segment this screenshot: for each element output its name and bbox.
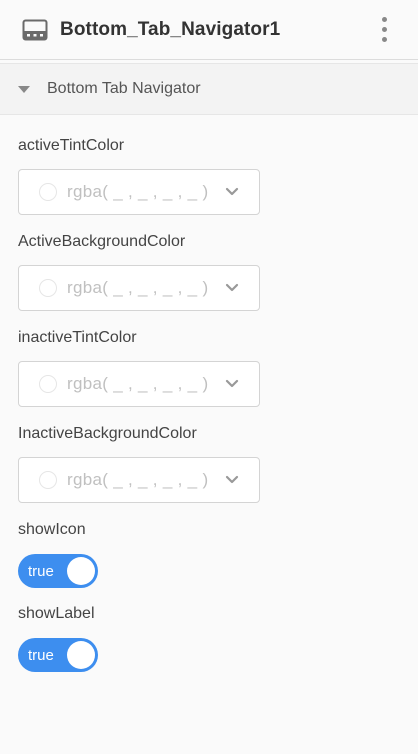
color-value: rgba( _ , _ , _ , _ ) bbox=[67, 374, 209, 393]
color-swatch bbox=[39, 471, 57, 489]
show-icon-toggle[interactable]: true bbox=[18, 554, 98, 588]
caret-down-icon bbox=[18, 85, 30, 93]
section-header-bottom-tab-navigator[interactable]: Bottom Tab Navigator bbox=[0, 63, 418, 115]
chevron-down-icon bbox=[225, 379, 239, 388]
chevron-down-icon bbox=[225, 475, 239, 484]
show-label-label: showLabel bbox=[18, 605, 95, 622]
properties-panel: Bottom_Tab_Navigator1 Bottom Tab Navigat… bbox=[0, 0, 418, 754]
inactive-tint-color-label: inactiveTintColor bbox=[18, 329, 137, 346]
bottom-tab-navigator-icon bbox=[22, 19, 48, 40]
toggle-knob bbox=[67, 641, 95, 669]
toggle-knob bbox=[67, 557, 95, 585]
section-title: Bottom Tab Navigator bbox=[47, 80, 201, 97]
panel-header: Bottom_Tab_Navigator1 bbox=[0, 0, 418, 60]
color-swatch bbox=[39, 279, 57, 297]
chevron-down-icon bbox=[225, 283, 239, 292]
more-vertical-icon[interactable] bbox=[372, 15, 396, 45]
toggle-value: true bbox=[28, 646, 54, 664]
properties-list: activeTintColor rgba( _ , _ , _ , _ ) Ac… bbox=[0, 137, 418, 672]
component-title: Bottom_Tab_Navigator1 bbox=[60, 18, 281, 40]
show-label-toggle[interactable]: true bbox=[18, 638, 98, 672]
toggle-value: true bbox=[28, 562, 54, 580]
show-icon-label: showIcon bbox=[18, 521, 86, 538]
inactive-tint-color-picker[interactable]: rgba( _ , _ , _ , _ ) bbox=[18, 361, 260, 407]
active-tint-color-label: activeTintColor bbox=[18, 137, 125, 154]
inactive-background-color-picker[interactable]: rgba( _ , _ , _ , _ ) bbox=[18, 457, 260, 503]
color-swatch bbox=[39, 375, 57, 393]
active-tint-color-picker[interactable]: rgba( _ , _ , _ , _ ) bbox=[18, 169, 260, 215]
active-background-color-picker[interactable]: rgba( _ , _ , _ , _ ) bbox=[18, 265, 260, 311]
chevron-down-icon bbox=[225, 187, 239, 196]
inactive-background-color-label: InactiveBackgroundColor bbox=[18, 425, 197, 442]
active-background-color-label: ActiveBackgroundColor bbox=[18, 233, 186, 250]
color-value: rgba( _ , _ , _ , _ ) bbox=[67, 278, 209, 297]
color-value: rgba( _ , _ , _ , _ ) bbox=[67, 470, 209, 489]
color-value: rgba( _ , _ , _ , _ ) bbox=[67, 182, 209, 201]
color-swatch bbox=[39, 183, 57, 201]
